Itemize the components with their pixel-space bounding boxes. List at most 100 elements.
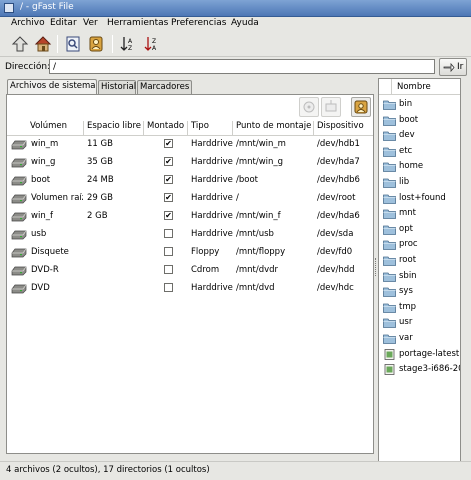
table-row[interactable]: Disquete Floppy/mnt/floppy/dev/fd0 (7, 244, 373, 262)
file-list-sort-column[interactable] (379, 79, 392, 94)
list-item[interactable]: stage3-i686-20 (379, 361, 460, 377)
menu-bar: Archivo Editar Ver Herramientas Preferen… (0, 17, 471, 31)
mounted-checkbox[interactable] (164, 265, 173, 274)
address-input[interactable] (49, 59, 435, 74)
tab-marcadores[interactable]: Marcadores (137, 80, 192, 94)
properties-icon[interactable] (63, 34, 83, 54)
list-item-label: bin (399, 99, 413, 109)
list-item-label: var (399, 333, 413, 343)
list-item[interactable]: portage-latest.t (379, 346, 460, 362)
folder-icon (383, 334, 396, 344)
list-item[interactable]: usr (379, 314, 460, 330)
drive-icon (11, 158, 27, 168)
mounted-checkbox[interactable] (164, 229, 173, 238)
vertical-scrollbar[interactable] (463, 78, 470, 462)
mount-icon[interactable] (321, 97, 341, 117)
table-row[interactable]: DVD Harddrive/mnt/dvd/dev/hdc (7, 280, 373, 298)
folder-icon (383, 194, 396, 204)
table-row[interactable]: win_f 2 GB Harddrive/mnt/win_f/dev/hda6 ✔ (7, 208, 373, 226)
cell-type: Harddrive (191, 175, 233, 185)
table-row[interactable]: DVD-R Cdrom/mnt/dvdr/dev/hdd (7, 262, 373, 280)
cell-volume: DVD (31, 283, 50, 293)
mounted-checkbox[interactable]: ✔ (164, 157, 173, 166)
folder-icon (383, 178, 396, 188)
column-header-tipo[interactable]: Tipo (188, 121, 233, 135)
cell-type: Floppy (191, 247, 220, 257)
cell-mount-point: /mnt/dvdr (236, 265, 279, 275)
mounted-checkbox[interactable]: ✔ (164, 139, 173, 148)
table-row[interactable]: Volumen raíz 29 GB Harddrive / /dev/root ✔ (7, 190, 373, 208)
table-row[interactable]: win_g 35 GB Harddrive/mnt/win_g/dev/hda7 ✔ (7, 154, 373, 172)
drive-icon (11, 212, 27, 222)
mounted-checkbox[interactable] (164, 283, 173, 292)
menu-ayuda[interactable]: Ayuda (231, 18, 259, 28)
up-arrow-icon[interactable] (10, 34, 30, 54)
list-item[interactable]: boot (379, 112, 460, 128)
list-item[interactable]: tmp (379, 299, 460, 315)
panel-toolbar (7, 95, 373, 119)
toolbar-separator (112, 35, 113, 53)
list-item[interactable]: lib (379, 174, 460, 190)
cell-free-space: 11 GB (87, 139, 113, 149)
list-item[interactable]: home (379, 158, 460, 174)
list-item-label: root (399, 255, 417, 265)
list-item-label: dev (399, 130, 415, 141)
mounted-checkbox[interactable]: ✔ (164, 193, 173, 202)
mounted-checkbox[interactable]: ✔ (164, 211, 173, 220)
cell-mount-point: / (236, 193, 239, 203)
list-item[interactable]: bin (379, 96, 460, 112)
menu-preferencias[interactable]: Preferencias (171, 18, 226, 28)
menu-editar[interactable]: Editar (50, 18, 77, 28)
cell-type: Harddrive (191, 157, 233, 167)
column-header-espacio-libre[interactable]: Espacio libre (84, 121, 144, 135)
cell-volume: usb (31, 229, 47, 239)
cell-free-space: 29 GB (87, 193, 113, 203)
table-row[interactable]: usb Harddrive/mnt/usb/dev/sda (7, 226, 373, 244)
menu-herramientas[interactable]: Herramientas (107, 18, 168, 28)
list-item-label: sys (399, 286, 413, 297)
list-item[interactable]: dev (379, 127, 460, 143)
sort-descending-icon[interactable]: ZA (142, 34, 162, 54)
list-item[interactable]: etc (379, 143, 460, 159)
go-button[interactable]: Ir (439, 58, 467, 76)
list-item[interactable]: lost+found (379, 190, 460, 206)
column-header-dispositivo[interactable]: Dispositivo (314, 121, 373, 135)
menu-ver[interactable]: Ver (83, 18, 98, 28)
column-header-montado[interactable]: Montado (144, 121, 188, 135)
address-label: Dirección: (5, 62, 51, 72)
table-row[interactable]: win_m 11 GB Harddrive/mnt/win_m/dev/hdb1 ✔ (7, 136, 373, 154)
list-item-label: boot (399, 114, 419, 125)
tab-archivos-de-sistema[interactable]: Archivos de sistema (7, 79, 97, 95)
list-item[interactable]: var (379, 330, 460, 346)
eject-icon[interactable] (299, 97, 319, 117)
cell-volume: boot (31, 175, 51, 185)
cell-volume: DVD-R (31, 265, 59, 275)
column-header-volumen[interactable]: Volúmen (27, 121, 84, 135)
list-item-label: lib (399, 177, 410, 187)
folder-icon (383, 147, 396, 157)
go-label: Ir (457, 62, 464, 72)
list-item[interactable]: root (379, 252, 460, 268)
mounted-checkbox[interactable]: ✔ (164, 175, 173, 184)
bookmark-icon[interactable] (86, 34, 106, 54)
drive-icon (11, 140, 27, 150)
list-item[interactable]: mnt (379, 205, 460, 221)
list-item[interactable]: sys (379, 283, 460, 299)
tab-historial[interactable]: Historial (98, 80, 136, 94)
column-header-nombre[interactable]: Nombre (397, 82, 431, 92)
list-item-label: proc (399, 239, 418, 250)
cell-mount-point: /mnt/usb (236, 229, 274, 239)
list-item[interactable]: proc (379, 236, 460, 252)
list-item[interactable]: sbin (379, 268, 460, 284)
home-icon[interactable] (33, 34, 53, 54)
table-row[interactable]: boot 24 MB Harddrive/boot/dev/hdb6 ✔ (7, 172, 373, 190)
window-menu-icon[interactable] (4, 3, 14, 13)
list-item[interactable]: opt (379, 221, 460, 237)
mounted-checkbox[interactable] (164, 247, 173, 256)
menu-archivo[interactable]: Archivo (11, 18, 45, 28)
filesystem-settings-icon[interactable] (351, 97, 371, 117)
pane-splitter[interactable] (375, 258, 377, 276)
sort-ascending-icon[interactable]: AZ (118, 34, 138, 54)
filesystems-panel: Volúmen Espacio libre Montado Tipo Punto… (6, 94, 374, 454)
column-header-punto-de-montaje[interactable]: Punto de montaje (233, 121, 314, 135)
